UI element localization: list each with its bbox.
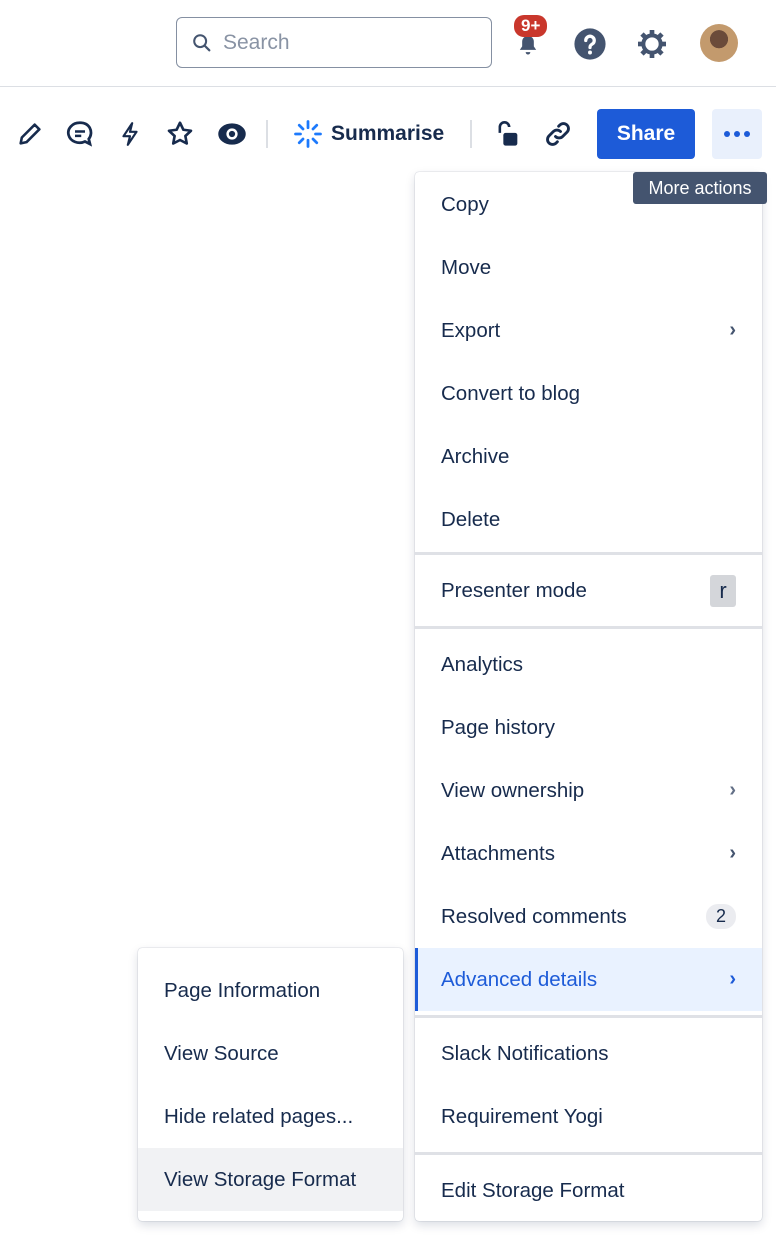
help-button[interactable]: [571, 25, 609, 63]
settings-button[interactable]: [633, 25, 671, 63]
menu-item-presenter-mode[interactable]: Presenter mode r: [415, 559, 762, 622]
menu-group: Copy Move Export › Convert to blog Archive Del…: [415, 172, 762, 552]
share-button[interactable]: Share: [597, 109, 695, 159]
submenu-item-label: View Source: [164, 1041, 279, 1065]
watch-button[interactable]: [214, 116, 250, 152]
comment-button[interactable]: [62, 116, 98, 152]
avatar[interactable]: [700, 24, 738, 62]
star-button[interactable]: [162, 116, 198, 152]
chevron-right-icon: ›: [729, 779, 736, 801]
automation-button[interactable]: [112, 116, 148, 152]
search-placeholder: Search: [223, 30, 290, 54]
notification-badge: 9+: [514, 15, 548, 37]
submenu-item-page-information[interactable]: Page Information: [138, 959, 403, 1022]
more-actions-tooltip: More actions: [633, 172, 767, 204]
menu-item-resolved-comments[interactable]: Resolved comments 2: [415, 885, 762, 948]
menu-item-label: Analytics: [441, 652, 524, 676]
summarise-button[interactable]: Summarise: [293, 116, 444, 152]
menu-item-analytics[interactable]: Analytics: [415, 633, 762, 696]
menu-item-label: Archive: [441, 444, 510, 468]
search-icon: [193, 33, 211, 51]
dot: [744, 131, 750, 137]
chevron-right-icon: ›: [729, 319, 736, 341]
comment-icon: [67, 121, 93, 147]
help-icon: [574, 28, 606, 60]
menu-item-label: Attachments: [441, 841, 555, 865]
top-navigation: Search 9+: [0, 0, 776, 87]
settings-icon: [638, 30, 666, 58]
menu-item-export[interactable]: Export ›: [415, 299, 762, 362]
submenu-item-label: View Storage Format: [164, 1167, 357, 1191]
dot: [724, 131, 730, 137]
menu-group: Presenter mode r: [415, 552, 762, 626]
pencil-icon: [19, 123, 41, 145]
menu-item-label: Presenter mode: [441, 578, 587, 602]
more-actions-menu: Copy Move Export › Convert to blog Archive Del…: [415, 172, 762, 1221]
menu-item-label: Advanced details: [441, 967, 598, 991]
menu-item-attachments[interactable]: Attachments ›: [415, 822, 762, 885]
more-actions-button[interactable]: [712, 109, 762, 159]
menu-item-label: Requirement Yogi: [441, 1104, 603, 1128]
menu-item-label: Resolved comments: [441, 904, 627, 928]
menu-item-move[interactable]: Move: [415, 236, 762, 299]
edit-button[interactable]: [12, 116, 48, 152]
submenu-item-label: Hide related pages...: [164, 1104, 354, 1128]
advanced-details-submenu: Page Information View Source Hide related …: [138, 948, 403, 1221]
menu-item-convert-to-blog[interactable]: Convert to blog: [415, 362, 762, 425]
dot: [734, 131, 740, 137]
menu-group: Edit Storage Format: [415, 1152, 762, 1226]
menu-item-label: Move: [441, 255, 492, 279]
divider: [470, 120, 472, 148]
menu-item-requirement-yogi[interactable]: Requirement Yogi: [415, 1085, 762, 1148]
chevron-right-icon: ›: [729, 968, 736, 990]
menu-item-label: Slack Notifications: [441, 1041, 609, 1065]
menu-item-slack-notifications[interactable]: Slack Notifications: [415, 1022, 762, 1085]
submenu-item-view-source[interactable]: View Source: [138, 1022, 403, 1085]
menu-item-label: Edit Storage Format: [441, 1178, 625, 1202]
menu-item-label: Export: [441, 318, 501, 342]
menu-group: Analytics Page history View ownership › Atta…: [415, 626, 762, 1015]
keyboard-shortcut: r: [710, 574, 736, 607]
menu-item-advanced-details[interactable]: Advanced details ›: [415, 948, 762, 1011]
menu-item-view-ownership[interactable]: View ownership ›: [415, 759, 762, 822]
menu-item-edit-storage-format[interactable]: Edit Storage Format: [415, 1159, 762, 1222]
copy-link-button[interactable]: [540, 116, 576, 152]
menu-item-page-history[interactable]: Page history: [415, 696, 762, 759]
menu-item-archive[interactable]: Archive: [415, 425, 762, 488]
eye-icon: [218, 123, 246, 145]
search-input[interactable]: Search: [176, 17, 492, 68]
submenu-item-label: Page Information: [164, 978, 321, 1002]
menu-item-label: Page history: [441, 715, 555, 739]
count-badge: 2: [706, 904, 736, 929]
menu-group: Slack Notifications Requirement Yogi: [415, 1015, 762, 1152]
submenu-item-view-storage-format[interactable]: View Storage Format: [138, 1148, 403, 1211]
menu-item-label: View ownership: [441, 778, 585, 802]
link-icon: [546, 122, 570, 146]
lightning-icon: [122, 122, 138, 146]
submenu-item-hide-related-pages[interactable]: Hide related pages...: [138, 1085, 403, 1148]
chevron-right-icon: ›: [729, 842, 736, 864]
summarise-label: Summarise: [331, 122, 445, 145]
menu-item-label: Convert to blog: [441, 381, 581, 405]
star-icon: [167, 121, 193, 145]
menu-item-label: Delete: [441, 507, 501, 531]
unlock-icon: [498, 121, 518, 146]
divider: [266, 120, 268, 148]
ai-sparkle-icon: [294, 120, 322, 148]
restrictions-button[interactable]: [490, 116, 526, 152]
menu-item-delete[interactable]: Delete: [415, 488, 762, 551]
